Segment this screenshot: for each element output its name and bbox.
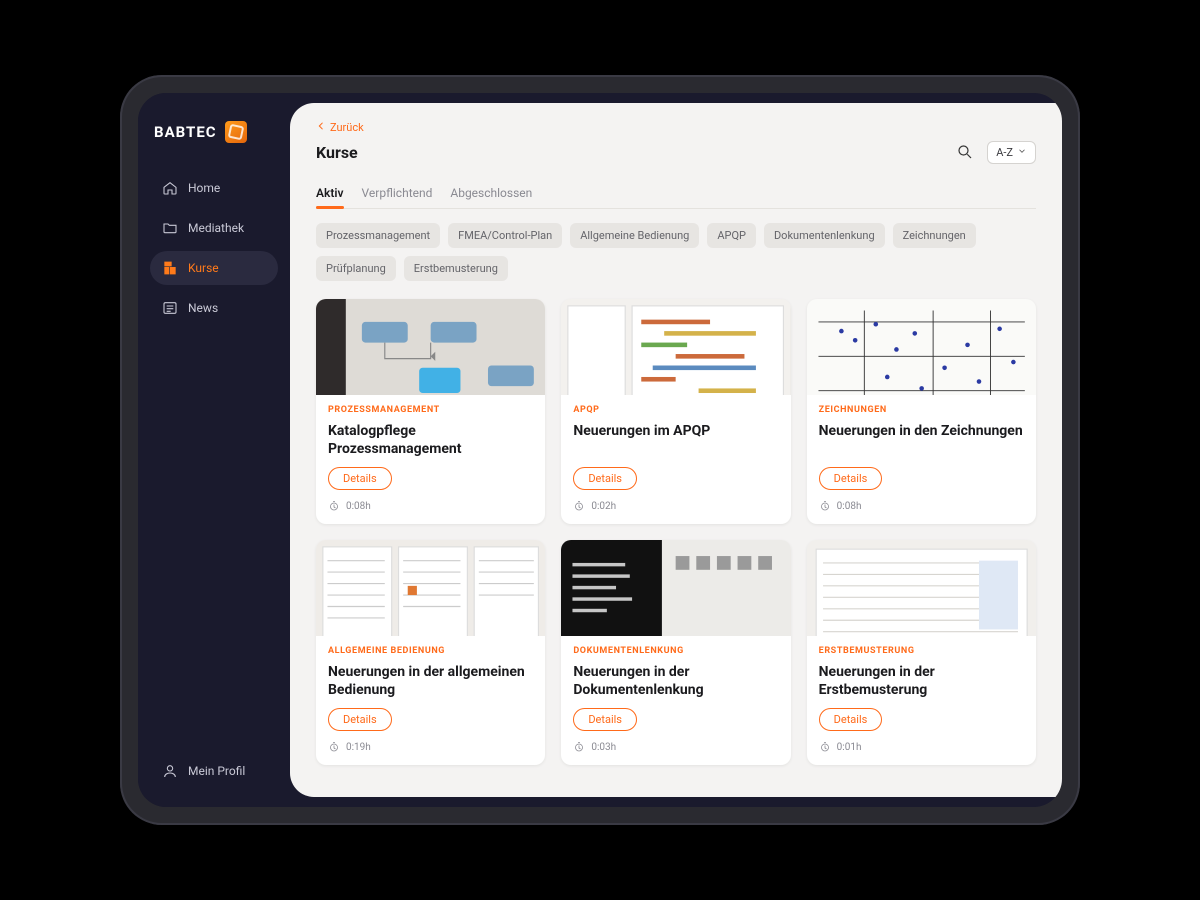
course-duration: 0:08h bbox=[346, 501, 371, 512]
clock-icon bbox=[573, 500, 585, 512]
sidebar-item-label: Home bbox=[188, 181, 220, 195]
clock-icon bbox=[328, 741, 340, 753]
course-card: PROZESSMANAGEMENT Katalogpflege Prozessm… bbox=[316, 299, 545, 524]
details-button[interactable]: Details bbox=[573, 467, 637, 490]
sidebar-item-label: News bbox=[188, 301, 218, 315]
clock-icon bbox=[819, 741, 831, 753]
details-button[interactable]: Details bbox=[819, 708, 883, 731]
course-duration: 0:08h bbox=[837, 501, 862, 512]
chevron-left-icon bbox=[316, 121, 326, 134]
sidebar-item-label: Mediathek bbox=[188, 221, 244, 235]
course-duration: 0:19h bbox=[346, 742, 371, 753]
search-icon bbox=[956, 143, 974, 161]
tab-aktiv[interactable]: Aktiv bbox=[316, 180, 344, 208]
course-thumbnail bbox=[561, 299, 790, 395]
sidebar-item-profile[interactable]: Mein Profil bbox=[150, 755, 278, 787]
course-category: PROZESSMANAGEMENT bbox=[328, 405, 533, 415]
sidebar-item-label: Kurse bbox=[188, 261, 219, 275]
course-thumbnail bbox=[561, 540, 790, 636]
sidebar-item-mediathek[interactable]: Mediathek bbox=[150, 211, 278, 245]
brand-logo: BABTEC bbox=[154, 121, 274, 143]
sidebar-item-home[interactable]: Home bbox=[150, 171, 278, 205]
home-icon bbox=[162, 180, 178, 196]
sidebar: BABTEC Home Mediathek bbox=[138, 93, 290, 807]
tabs: Aktiv Verpflichtend Abgeschlossen bbox=[316, 180, 1036, 209]
course-category: DOKUMENTENLENKUNG bbox=[573, 646, 778, 656]
sidebar-item-news[interactable]: News bbox=[150, 291, 278, 325]
filter-chip[interactable]: Prüfplanung bbox=[316, 256, 396, 281]
chevron-down-icon bbox=[1017, 146, 1027, 159]
course-category: ALLGEMEINE BEDIENUNG bbox=[328, 646, 533, 656]
sidebar-item-kurse[interactable]: Kurse bbox=[150, 251, 278, 285]
details-button[interactable]: Details bbox=[328, 467, 392, 490]
clock-icon bbox=[819, 500, 831, 512]
course-duration: 0:02h bbox=[591, 501, 616, 512]
details-button[interactable]: Details bbox=[328, 708, 392, 731]
course-card: ALLGEMEINE BEDIENUNG Neuerungen in der a… bbox=[316, 540, 545, 765]
brand-name: BABTEC bbox=[154, 123, 217, 141]
brand-mark-icon bbox=[225, 121, 247, 143]
filter-chip-row: Prozessmanagement FMEA/Control-Plan Allg… bbox=[316, 223, 1036, 281]
course-card: ERSTBEMUSTERUNG Neuerungen in der Erstbe… bbox=[807, 540, 1036, 765]
course-category: APQP bbox=[573, 405, 778, 415]
search-button[interactable] bbox=[953, 140, 977, 164]
course-title: Neuerungen in den Zeichnungen bbox=[819, 423, 1024, 459]
news-icon bbox=[162, 300, 178, 316]
filter-chip[interactable]: APQP bbox=[707, 223, 756, 248]
sort-label: A-Z bbox=[996, 146, 1013, 159]
filter-chip[interactable]: Allgemeine Bedienung bbox=[570, 223, 699, 248]
clock-icon bbox=[573, 741, 585, 753]
back-link[interactable]: Zurück bbox=[316, 121, 1036, 134]
course-duration: 0:01h bbox=[837, 742, 862, 753]
filter-chip[interactable]: Prozessmanagement bbox=[316, 223, 440, 248]
course-category: ERSTBEMUSTERUNG bbox=[819, 646, 1024, 656]
course-grid: PROZESSMANAGEMENT Katalogpflege Prozessm… bbox=[316, 299, 1036, 765]
tab-abgeschlossen[interactable]: Abgeschlossen bbox=[450, 180, 532, 208]
course-title: Neuerungen in der Erstbemusterung bbox=[819, 664, 1024, 700]
filter-chip[interactable]: Dokumentenlenkung bbox=[764, 223, 885, 248]
page-title: Kurse bbox=[316, 143, 358, 162]
course-title: Neuerungen im APQP bbox=[573, 423, 778, 459]
course-card: DOKUMENTENLENKUNG Neuerungen in der Doku… bbox=[561, 540, 790, 765]
filter-chip[interactable]: FMEA/Control-Plan bbox=[448, 223, 562, 248]
sort-button[interactable]: A-Z bbox=[987, 141, 1036, 164]
course-title: Neuerungen in der allgemeinen Bedienung bbox=[328, 664, 533, 700]
courses-icon bbox=[162, 260, 178, 276]
course-duration: 0:03h bbox=[591, 742, 616, 753]
course-thumbnail bbox=[807, 540, 1036, 636]
course-card: APQP Neuerungen im APQP Details 0:02h bbox=[561, 299, 790, 524]
sidebar-item-label: Mein Profil bbox=[188, 764, 245, 778]
filter-chip[interactable]: Erstbemusterung bbox=[404, 256, 508, 281]
details-button[interactable]: Details bbox=[573, 708, 637, 731]
filter-chip[interactable]: Zeichnungen bbox=[893, 223, 976, 248]
details-button[interactable]: Details bbox=[819, 467, 883, 490]
course-thumbnail bbox=[316, 299, 545, 395]
folder-icon bbox=[162, 220, 178, 236]
course-thumbnail bbox=[316, 540, 545, 636]
course-card: ZEICHNUNGEN Neuerungen in den Zeichnunge… bbox=[807, 299, 1036, 524]
course-title: Neuerungen in der Dokumentenlenkung bbox=[573, 664, 778, 700]
tab-verpflichtend[interactable]: Verpflichtend bbox=[362, 180, 433, 208]
clock-icon bbox=[328, 500, 340, 512]
back-label: Zurück bbox=[330, 121, 364, 134]
course-category: ZEICHNUNGEN bbox=[819, 405, 1024, 415]
course-thumbnail bbox=[807, 299, 1036, 395]
main-panel: Zurück Kurse A-Z bbox=[290, 103, 1062, 797]
user-icon bbox=[162, 763, 178, 779]
course-title: Katalogpflege Prozessmanagement bbox=[328, 423, 533, 459]
